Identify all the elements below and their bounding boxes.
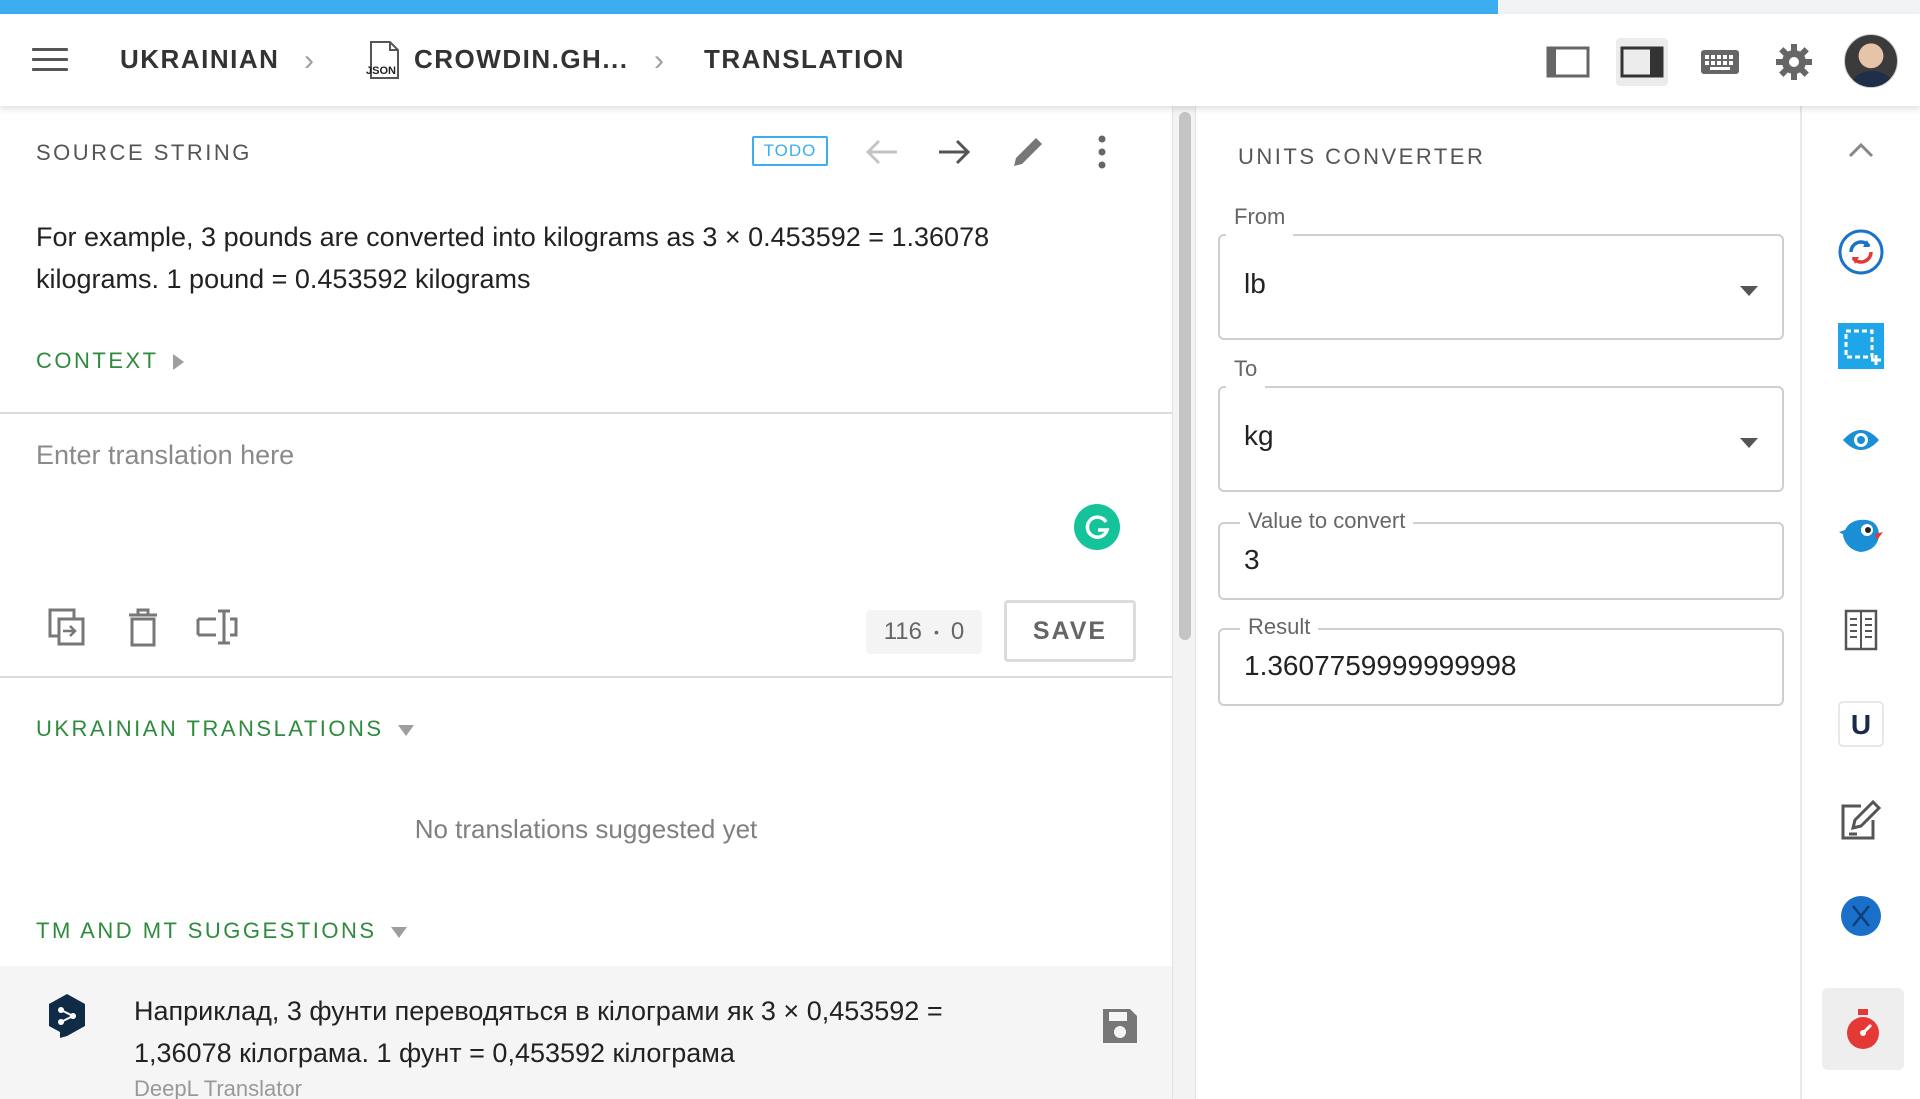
globe-icon[interactable]: [1833, 888, 1889, 944]
chevron-up-icon[interactable]: [1833, 122, 1889, 178]
copy-source-icon[interactable]: [44, 604, 90, 650]
deepl-icon: [49, 994, 85, 1038]
suggestion-item[interactable]: Наприклад, 3 фунти переводяться в кілогр…: [0, 966, 1172, 1099]
progress-fill: [0, 0, 1498, 14]
breadcrumb-separator: ›: [654, 44, 664, 77]
progress-bar: [0, 0, 1920, 14]
suggestion-text: Наприклад, 3 фунти переводяться в кілогр…: [134, 996, 943, 1068]
value-input-text: 3: [1244, 544, 1260, 575]
json-file-icon: JSON: [366, 41, 399, 79]
editor-panel: SOURCE STRING TODO For example, 3 pounds…: [0, 106, 1172, 1099]
timer-icon[interactable]: [1822, 988, 1904, 1070]
svg-text:U: U: [1851, 709, 1871, 740]
u-app-icon[interactable]: U: [1833, 696, 1889, 752]
divider: [0, 412, 1172, 414]
apps-rail: U: [1800, 106, 1920, 1099]
pencil-icon[interactable]: [1006, 130, 1050, 174]
keyboard-icon[interactable]: [1694, 38, 1746, 86]
scrollbar-thumb[interactable]: [1179, 112, 1191, 640]
arrow-left-icon[interactable]: [860, 130, 904, 174]
empty-translations-text: No translations suggested yet: [414, 814, 758, 844]
chevron-down-icon: [1740, 286, 1758, 296]
trash-icon[interactable]: [120, 604, 166, 650]
edit-note-icon[interactable]: [1833, 792, 1889, 848]
text-select-icon[interactable]: [194, 604, 240, 650]
divider: [0, 676, 1172, 678]
sync-icon[interactable]: [1833, 224, 1889, 280]
grammarly-icon[interactable]: [1074, 504, 1120, 550]
svg-text:JSON: JSON: [366, 65, 396, 77]
triangle-down-icon: [397, 724, 414, 736]
top-bar: UKRAINIAN › JSON CROWDIN.GH... › TRANSLA…: [0, 14, 1920, 106]
char-counter: 116 • 0: [866, 610, 982, 654]
save-button[interactable]: SAVE: [1004, 600, 1136, 662]
more-vert-icon[interactable]: [1080, 130, 1124, 174]
menu-icon[interactable]: [32, 48, 68, 72]
counter-separator: •: [934, 624, 939, 640]
source-string-text: For example, 3 pounds are converted into…: [36, 222, 990, 294]
chevron-down-icon: [1740, 438, 1758, 448]
arrow-right-icon[interactable]: [932, 130, 976, 174]
layout-left-panel-icon[interactable]: [1542, 38, 1594, 86]
layout-right-panel-icon[interactable]: [1616, 38, 1668, 86]
to-value: kg: [1244, 420, 1274, 451]
floppy-save-icon[interactable]: [1100, 1006, 1140, 1046]
to-select[interactable]: kg: [1218, 386, 1784, 492]
result-value: 1.3607759999999998: [1244, 650, 1517, 681]
converter-title: UNITS CONVERTER: [1238, 144, 1486, 169]
from-select[interactable]: lb: [1218, 234, 1784, 340]
from-label: From: [1226, 204, 1294, 236]
breadcrumb-language[interactable]: UKRAINIAN: [120, 44, 279, 75]
suggestions-toggle[interactable]: TM AND MT SUGGESTIONS: [36, 918, 407, 944]
suggestion-source: DeepL Translator: [134, 1076, 302, 1099]
from-value: lb: [1244, 268, 1266, 299]
triangle-down-icon: [390, 926, 407, 938]
translations-header: UKRAINIAN TRANSLATIONS: [36, 716, 384, 741]
screenshot-icon[interactable]: [1833, 318, 1889, 374]
result-label: Result: [1240, 614, 1319, 640]
counter-second: 0: [950, 618, 965, 645]
units-converter-panel: UNITS CONVERTER lb From kg To 3 Value to…: [1198, 106, 1800, 1099]
suggestions-header: TM AND MT SUGGESTIONS: [36, 918, 377, 943]
scrollbar[interactable]: [1172, 106, 1196, 1099]
char-count: 116: [883, 618, 922, 645]
translation-input[interactable]: Enter translation here: [36, 440, 294, 471]
context-toggle[interactable]: CONTEXT: [36, 348, 184, 374]
breadcrumb-file[interactable]: CROWDIN.GH...: [414, 44, 629, 75]
triangle-right-icon: [172, 354, 184, 371]
status-badge: TODO: [752, 136, 828, 166]
bird-app-icon[interactable]: [1833, 506, 1889, 562]
eye-icon[interactable]: [1833, 412, 1889, 468]
breadcrumb-separator: ›: [304, 44, 314, 77]
value-label: Value to convert: [1240, 508, 1414, 534]
book-icon[interactable]: [1833, 602, 1889, 658]
translations-toggle[interactable]: UKRAINIAN TRANSLATIONS: [36, 716, 414, 742]
context-label: CONTEXT: [36, 348, 159, 373]
avatar[interactable]: [1844, 34, 1898, 88]
gear-icon[interactable]: [1768, 38, 1820, 86]
breadcrumb-page: TRANSLATION: [704, 44, 905, 74]
source-string-header: SOURCE STRING: [36, 140, 252, 165]
to-label: To: [1226, 356, 1266, 388]
